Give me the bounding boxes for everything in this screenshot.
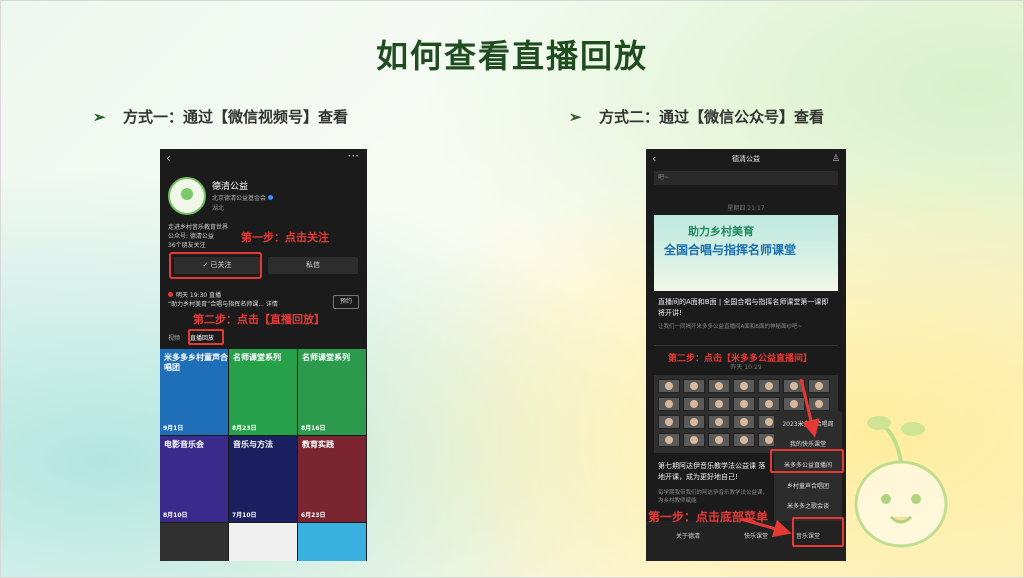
live-title: “助力乡村美育”合唱与指挥名师课... 详情 [168, 301, 278, 308]
thumbnail-caption: 教育实践 [302, 440, 334, 449]
desc-line: 走进乡村音乐教育世界 [168, 224, 229, 231]
message-bubble: 吧~ [654, 171, 838, 185]
article-banner[interactable]: 助力乡村美育 全国合唱与指挥名师课堂 [654, 215, 838, 291]
step-three-label: 第二步：点击【米多多公益直播间】 [668, 354, 813, 364]
bullet-arrow-icon: ➢ [93, 108, 106, 126]
account-location: 湖北 [212, 205, 225, 212]
step-two-label: 第二步：点击【直播回放】 [193, 313, 325, 326]
chat-title: 德清公益 [732, 155, 760, 163]
article-title[interactable]: 直播间的A面和B面 | 全国合唱与指挥名师课堂第一课即将开讲! [658, 297, 834, 319]
thumbnail-date: 7月10日 [232, 512, 257, 519]
book-button[interactable]: 预约 [333, 295, 359, 309]
banner-line-1: 助力乡村美育 [688, 225, 754, 238]
replay-thumbnail[interactable] [229, 523, 297, 561]
account-name: 德清公益 [212, 182, 249, 192]
message-button[interactable]: 私信 [268, 257, 358, 274]
phone1-topbar: ‹ ··· [160, 149, 367, 169]
method-two-heading: ➢ 方式二：通过【微信公众号】查看 [569, 106, 824, 127]
thumbnail-caption: 名师课堂系列 [302, 353, 350, 362]
live-time: 明天 19:30 直播 [176, 292, 222, 299]
method-two-text: 方式二：通过【微信公众号】查看 [599, 108, 825, 126]
replay-thumbnail[interactable]: 音乐与方法 7月10日 [229, 436, 297, 522]
bullet-arrow-icon: ➢ [569, 108, 582, 126]
org-text: 北京德清公益基金会 [212, 195, 267, 202]
slide: 如何查看直播回放 ➢ 方式一：通过【微信视频号】查看 ➢ 方式二：通过【微信公众号】… [0, 0, 1024, 578]
thumbnail-caption: 名师课堂系列 [233, 353, 281, 362]
replay-thumbnail[interactable] [298, 523, 366, 561]
thumbnail-date: 6月23日 [301, 512, 326, 519]
replay-thumbnail[interactable] [160, 523, 228, 561]
thumbnail-caption: 电影音乐会 [164, 440, 204, 449]
desc-line: 公众号: 德清公益 [168, 233, 214, 240]
divider [654, 345, 838, 346]
timestamp: 星期四 21:17 [727, 205, 765, 212]
method-one-heading: ➢ 方式一：通过【微信视频号】查看 [93, 106, 348, 127]
channels-profile-screenshot: ‹ ··· 德清公益 北京德清公益基金会 湖北 走进乡村音乐教育世界 公众号: … [160, 149, 367, 561]
highlight-follow-box [169, 252, 262, 279]
replay-thumbnail[interactable]: 电影音乐会 8月10日 [160, 436, 228, 522]
thumbnail-date: 9月1日 [163, 425, 184, 432]
method-one-text: 方式一：通过【微信视频号】查看 [123, 108, 349, 126]
red-arrows-icon [740, 378, 820, 538]
banner-line-2: 全国合唱与指挥名师课堂 [664, 243, 797, 257]
live-notice[interactable]: 明天 19:30 直播 “助力乡村美育”合唱与指挥名师课... 详情 [168, 291, 360, 309]
account-description: 走进乡村音乐教育世界 公众号: 德清公益 36个朋友关注 [168, 223, 228, 250]
replay-thumbnail[interactable]: 米多多乡村童声合唱团 9月1日 [160, 349, 228, 435]
replay-thumbnail[interactable]: 教育实践 6月23日 [298, 436, 366, 522]
chat-header: ‹ 德清公益 ♙ [646, 149, 846, 169]
verified-icon [268, 195, 274, 200]
replay-thumbnail[interactable]: 名师课堂系列 8月16日 [298, 349, 366, 435]
replay-grid: 米多多乡村童声合唱团 9月1日 名师课堂系列 8月23日 名师课堂系列 8月16日电影音乐… [160, 349, 367, 561]
account-logo [168, 177, 206, 215]
slide-title: 如何查看直播回放 [375, 37, 648, 75]
user-icon[interactable]: ♙ [832, 149, 840, 169]
article-summary: 让我们一同揭开米多多公益直播间A面和B面的神秘面纱吧~ [658, 324, 803, 330]
thumbnail-caption: 米多多乡村童声合唱团 [164, 353, 228, 372]
live-dot-icon [168, 292, 173, 297]
desc-line: 36个朋友关注 [168, 242, 206, 249]
more-icon[interactable]: ··· [348, 149, 359, 163]
highlight-replay-box [188, 329, 224, 345]
thumbnail-date: 8月10日 [163, 512, 188, 519]
thumbnail-date: 8月16日 [301, 425, 326, 432]
account-org: 北京德清公益基金会 [212, 193, 274, 202]
back-icon[interactable]: ‹ [166, 151, 171, 165]
replay-thumbnail[interactable]: 名师课堂系列 8月23日 [229, 349, 297, 435]
thumbnail-date: 8月23日 [232, 425, 257, 432]
mascot-illustration [854, 416, 948, 548]
back-icon[interactable]: ‹ [652, 149, 656, 169]
step-one-label: 第一步：点击关注 [241, 231, 329, 244]
thumbnail-caption: 音乐与方法 [233, 440, 273, 449]
tab-videos[interactable]: 视频 [168, 335, 180, 342]
